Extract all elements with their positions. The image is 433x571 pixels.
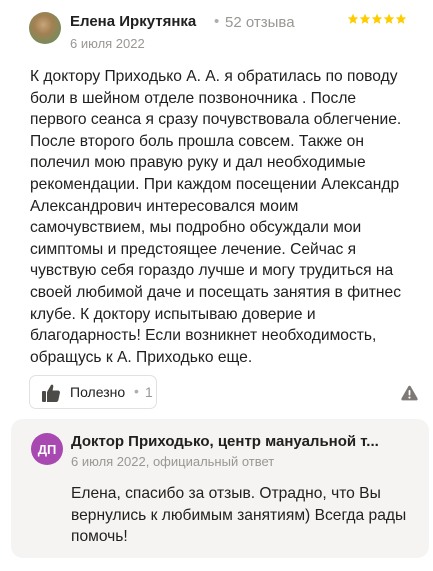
separator-dot: • xyxy=(214,13,220,30)
author-avatar[interactable] xyxy=(29,12,61,44)
reply-avatar[interactable]: ДП xyxy=(31,433,63,465)
warning-icon[interactable] xyxy=(401,385,418,401)
thumbs-up-icon xyxy=(41,383,61,403)
star-icon xyxy=(383,13,395,25)
rating-stars xyxy=(347,13,407,25)
useful-label: Полезно xyxy=(70,384,126,400)
useful-separator: • xyxy=(134,383,139,399)
review-header: Елена Иркутянка • 52 отзыва 6 июля 2022 xyxy=(0,0,433,60)
reply-author[interactable]: Доктор Приходько, центр мануальной т... xyxy=(71,433,406,450)
star-icon xyxy=(371,13,383,25)
reply-text: Елена, спасибо за отзыв. Отрадно, что Вы… xyxy=(71,485,407,546)
star-icon xyxy=(359,13,371,25)
author-review-count: 52 отзыва xyxy=(225,14,295,31)
owner-reply: ДП Доктор Приходько, центр мануальной т.… xyxy=(11,419,429,558)
useful-button[interactable]: Полезно • 1 xyxy=(29,375,157,409)
useful-count: 1 xyxy=(145,384,153,400)
review-date: 6 июля 2022 xyxy=(70,36,145,51)
reply-meta: 6 июля 2022, официальный ответ xyxy=(71,454,275,469)
star-icon xyxy=(347,13,359,25)
review-text: К доктору Приходько А. А. я обратилась п… xyxy=(30,68,402,366)
author-name[interactable]: Елена Иркутянка xyxy=(70,13,196,30)
star-icon xyxy=(395,13,407,25)
